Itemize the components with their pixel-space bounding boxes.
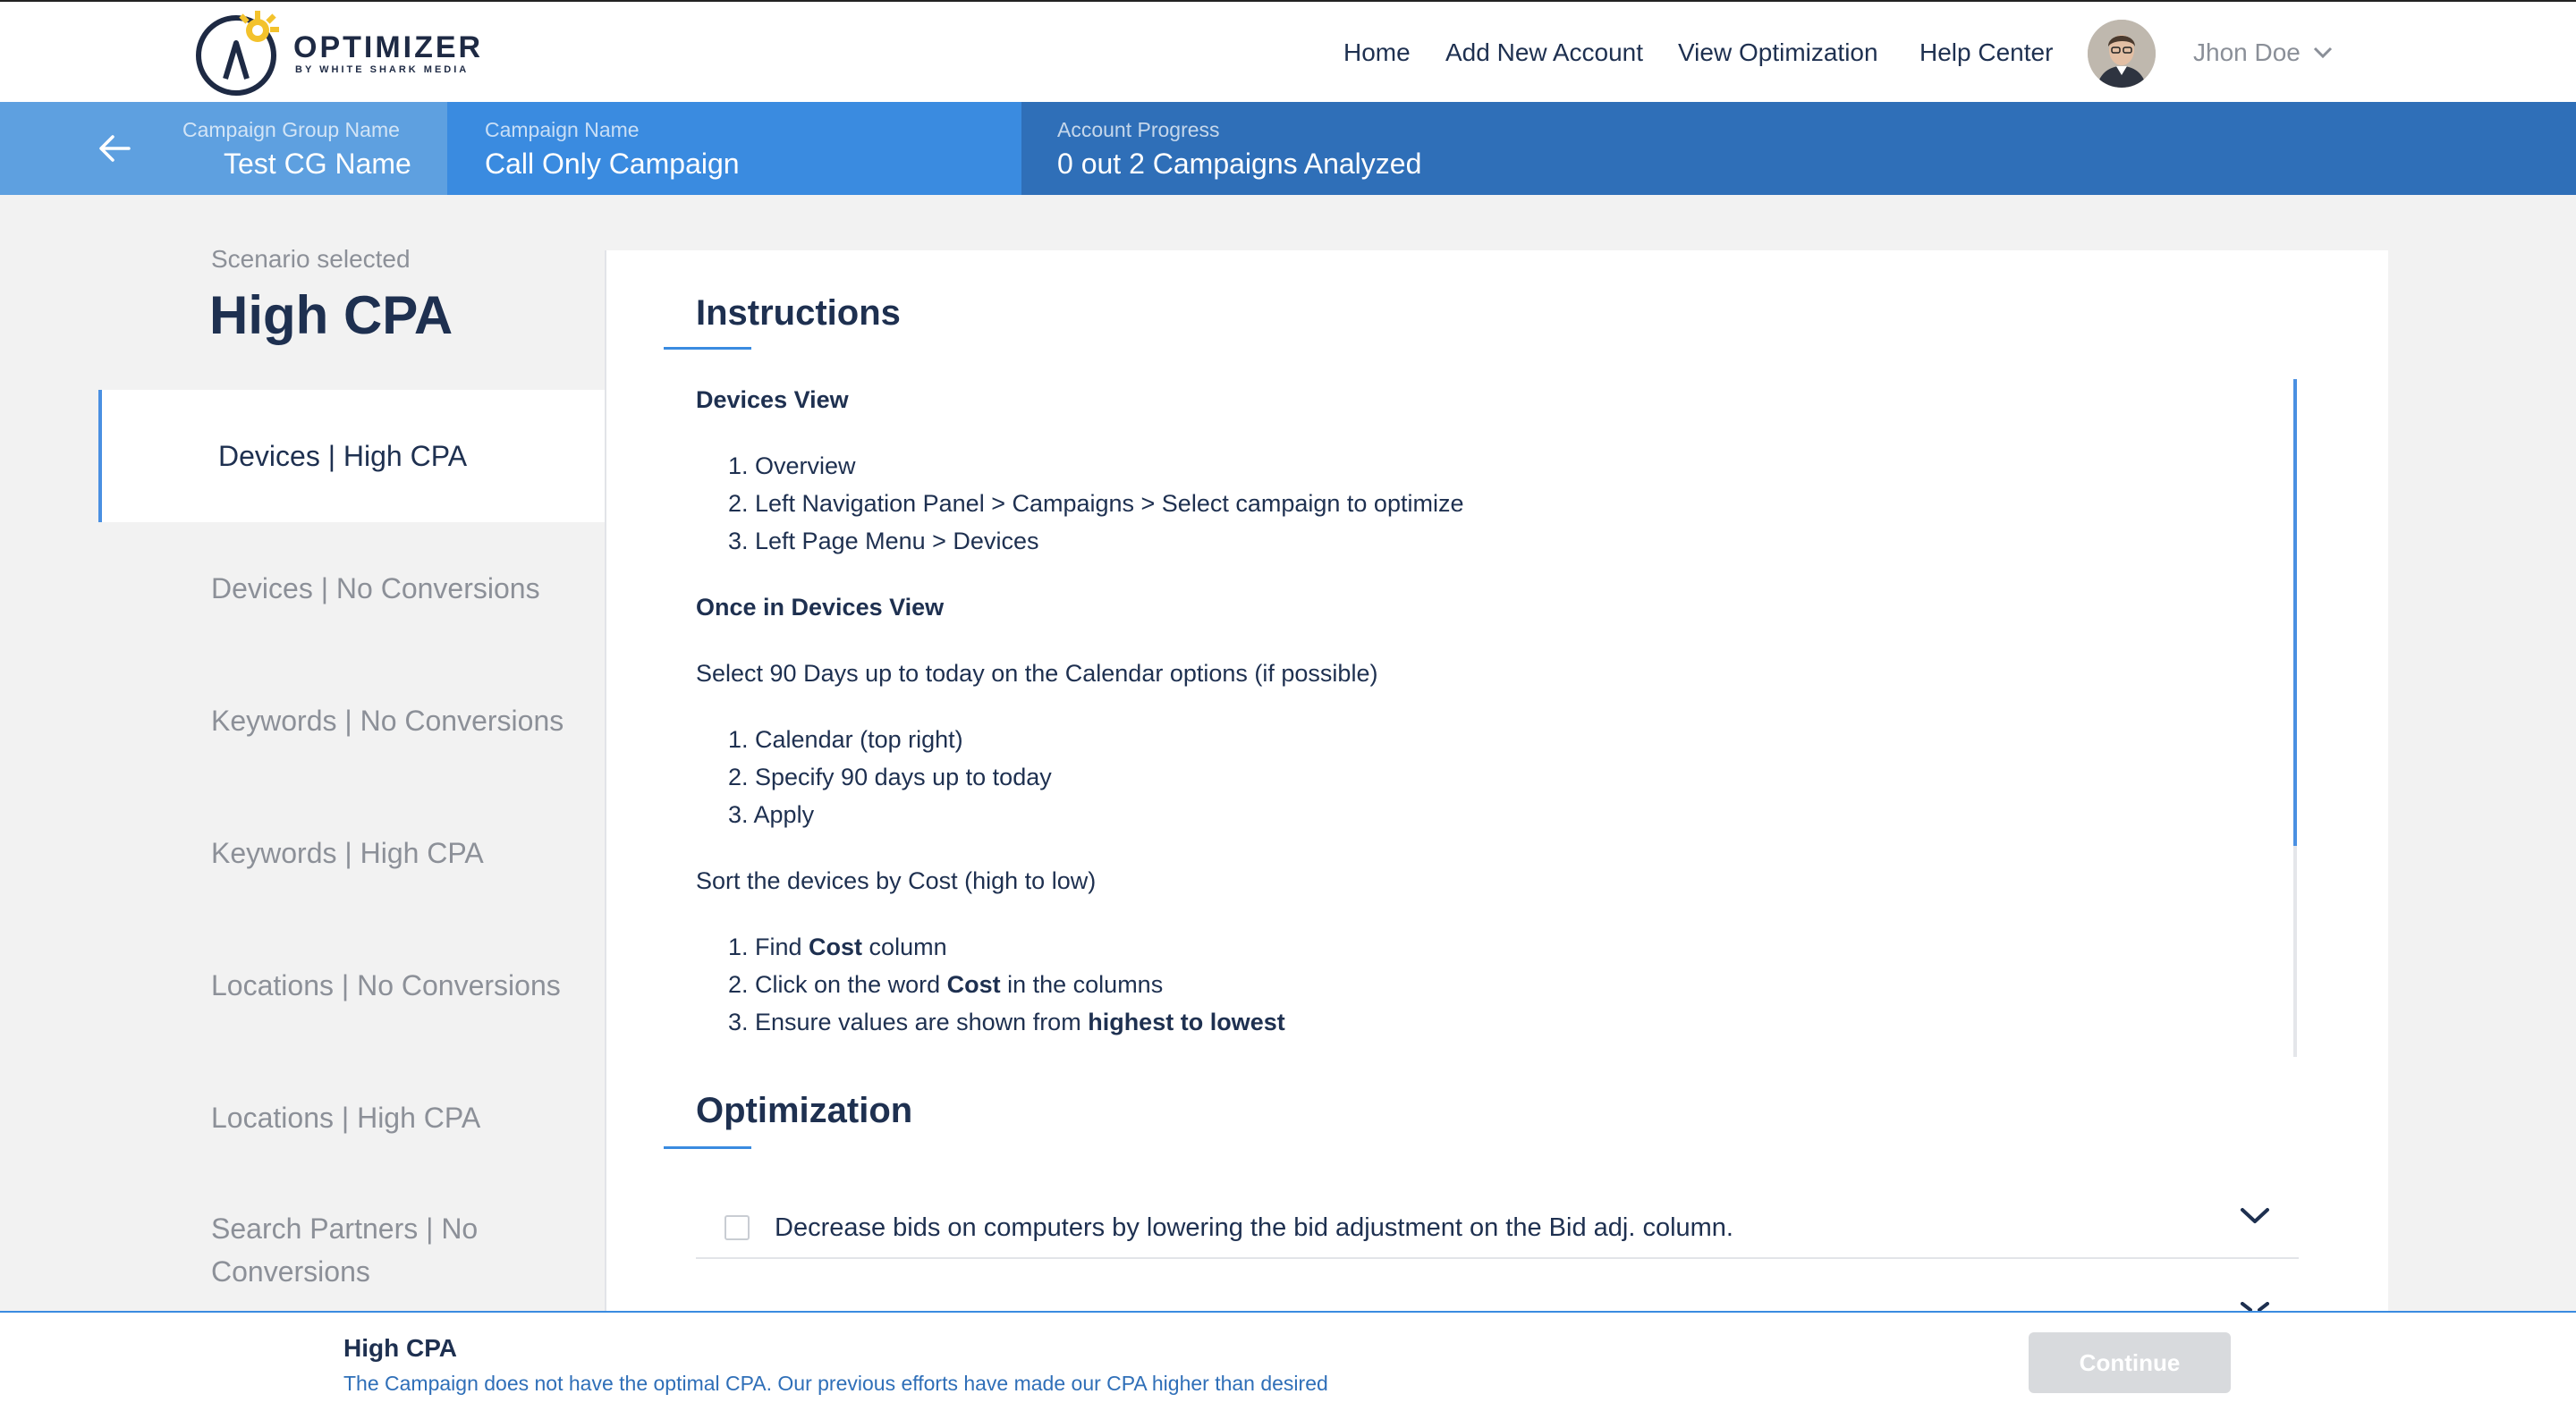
optimization-underline (664, 1146, 751, 1149)
sidebar-item-label: Locations | High CPA (211, 1102, 481, 1134)
calendar-step: 3. Apply (728, 801, 815, 828)
devices-step: 3. Left Page Menu > Devices (728, 528, 1039, 554)
instructions-content: Devices View 1. Overview 2. Left Navigat… (696, 381, 2091, 1041)
scrollbar-thumb[interactable] (2293, 379, 2297, 846)
sidebar-item-locations-no-conversions[interactable]: Locations | No Conversions (98, 919, 606, 1052)
footer-scenario-description: The Campaign does not have the optimal C… (343, 1372, 1328, 1395)
nav-add-new-account[interactable]: Add New Account (1445, 38, 1643, 67)
calendar-step: 2. Specify 90 days up to today (728, 764, 1052, 790)
nav-home[interactable]: Home (1343, 38, 1411, 67)
scenario-title: High CPA (209, 285, 453, 345)
instructions-scrollbar[interactable] (2293, 379, 2297, 1057)
campaign-name-field: Campaign Name Call Only Campaign (485, 118, 740, 181)
select-days-text: Select 90 Days up to today on the Calend… (696, 660, 1378, 687)
scenario-list: Devices | High CPA Devices | No Conversi… (98, 390, 606, 1316)
continue-button[interactable]: Continue (2029, 1332, 2231, 1393)
optimization-title: Optimization (696, 1091, 913, 1130)
footer-scenario-title: High CPA (343, 1334, 458, 1362)
optimizer-gear-logo-icon (196, 11, 279, 96)
campaign-name-value: Call Only Campaign (485, 148, 740, 180)
sidebar-item-devices-no-conversions[interactable]: Devices | No Conversions (98, 522, 606, 655)
sort-step: 2. Click on the word Cost in the columns (728, 971, 1164, 998)
optimization-item-text: Decrease bids on computers by lowering t… (775, 1212, 1733, 1242)
sidebar-item-label: Devices | No Conversions (211, 572, 540, 604)
sort-text: Sort the devices by Cost (high to low) (696, 867, 1097, 894)
campaign-group-label: Campaign Group Name (182, 118, 400, 141)
optimization-checkbox[interactable] (724, 1215, 750, 1240)
sidebar-item-keywords-high-cpa[interactable]: Keywords | High CPA (98, 787, 606, 919)
account-progress-label: Account Progress (1057, 118, 1220, 141)
chevron-down-icon (2313, 46, 2332, 59)
calendar-step: 1. Calendar (top right) (728, 726, 963, 753)
sidebar-item-devices-high-cpa[interactable]: Devices | High CPA (98, 390, 606, 522)
sidebar-item-label: Locations | No Conversions (211, 969, 561, 1001)
account-progress-field: Account Progress 0 out 2 Campaigns Analy… (1057, 118, 1421, 181)
user-name: Jhon Doe (2193, 38, 2301, 66)
sidebar-item-label: Keywords | High CPA (211, 837, 484, 869)
instructions-title: Instructions (696, 293, 901, 333)
campaign-name-label: Campaign Name (485, 118, 640, 141)
sidebar-item-locations-high-cpa[interactable]: Locations | High CPA (98, 1052, 606, 1184)
campaign-strip: Campaign Group Name Test CG Name Campaig… (0, 102, 2576, 195)
brand-name: OPTIMIZER (293, 30, 484, 64)
back-arrow-icon[interactable] (98, 134, 131, 163)
brand-tagline: BY WHITE SHARK MEDIA (295, 64, 470, 75)
sort-step: 3. Ensure values are shown from highest … (728, 1009, 1285, 1035)
sidebar-item-search-partners-no-conversions[interactable]: Search Partners | No Conversions (98, 1184, 606, 1316)
optimizer-logo[interactable]: OPTIMIZER BY WHITE SHARK MEDIA (195, 7, 481, 98)
optimization-item[interactable]: Decrease bids on computers by lowering t… (696, 1198, 2299, 1259)
campaign-group-value: Test CG Name (224, 148, 411, 180)
nav-help-center[interactable]: Help Center (1919, 38, 2053, 67)
scenario-label: Scenario selected (211, 245, 411, 273)
sidebar-item-label: Search Partners | No Conversions (211, 1212, 479, 1288)
top-navbar: OPTIMIZER BY WHITE SHARK MEDIA Home Add … (0, 0, 2576, 102)
expand-chevron-icon[interactable] (2240, 1207, 2270, 1225)
sidebar-item-label: Keywords | No Conversions (211, 705, 564, 737)
user-menu[interactable]: Jhon Doe (2193, 2, 2333, 104)
sidebar-item-label: Devices | High CPA (218, 440, 468, 472)
expand-chevron-icon[interactable] (2240, 1302, 2270, 1311)
bottom-summary-bar: High CPA The Campaign does not have the … (0, 1311, 2576, 1411)
nav-view-optimization[interactable]: View Optimization (1678, 38, 1878, 67)
sort-step: 1. Find Cost column (728, 934, 947, 960)
sidebar-item-keywords-no-conversions[interactable]: Keywords | No Conversions (98, 655, 606, 787)
once-in-devices-heading: Once in Devices View (696, 594, 945, 621)
main-panel: Instructions Devices View 1. Overview 2.… (606, 250, 2388, 1311)
devices-view-heading: Devices View (696, 386, 849, 413)
devices-step: 2. Left Navigation Panel > Campaigns > S… (728, 490, 1464, 517)
campaign-group-field: Campaign Group Name Test CG Name (182, 118, 411, 181)
devices-step: 1. Overview (728, 452, 856, 479)
avatar-portrait-icon (2088, 20, 2156, 88)
user-avatar[interactable] (2088, 20, 2156, 88)
instructions-underline (664, 347, 751, 350)
account-progress-value: 0 out 2 Campaigns Analyzed (1057, 148, 1422, 180)
